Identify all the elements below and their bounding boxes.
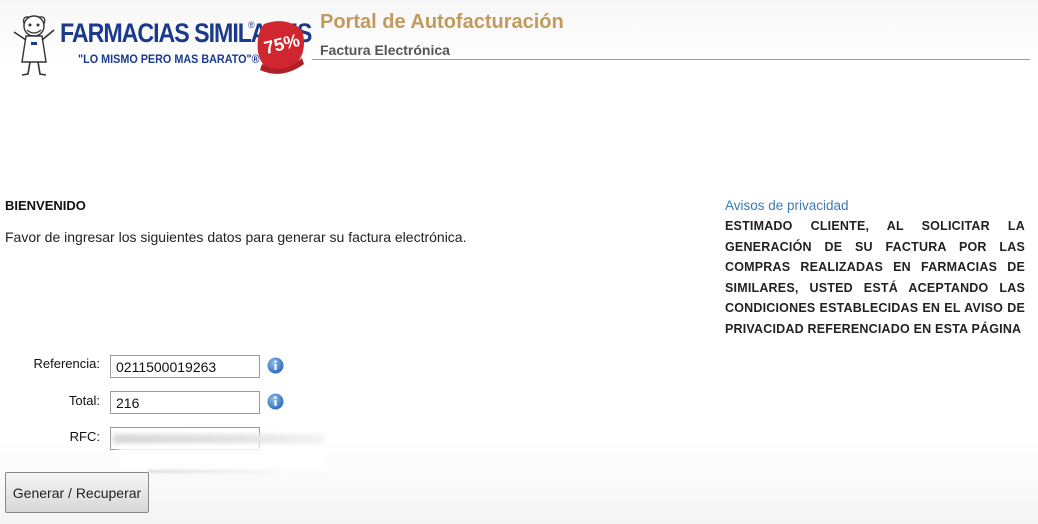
referencia-label: Referencia: bbox=[33, 356, 100, 371]
total-info-icon[interactable] bbox=[267, 393, 284, 410]
page-subtitle: Factura Electrónica bbox=[320, 42, 450, 58]
generar-recuperar-button[interactable]: Generar / Recuperar bbox=[5, 472, 149, 513]
welcome-instructions: Favor de ingresar los siguientes datos p… bbox=[5, 229, 467, 245]
page-title: Portal de Autofacturación bbox=[320, 11, 564, 33]
brand-registered-mark: ® bbox=[248, 20, 255, 30]
referencia-input[interactable] bbox=[110, 355, 260, 378]
rfc-fade-overlay bbox=[118, 446, 328, 472]
welcome-heading: BIENVENIDO bbox=[5, 198, 86, 213]
privacy-notice-link[interactable]: Avisos de privacidad bbox=[725, 198, 849, 213]
referencia-info-icon[interactable] bbox=[267, 357, 284, 374]
header-divider bbox=[312, 59, 1030, 60]
total-label: Total: bbox=[68, 393, 100, 408]
rfc-label: RFC: bbox=[69, 429, 100, 444]
privacy-notice-text: ESTIMADO CLIENTE, AL SOLICITAR LA GENERA… bbox=[725, 219, 1025, 336]
total-input[interactable] bbox=[110, 391, 260, 414]
rfc-redacted-overlay bbox=[113, 434, 325, 444]
brand-slogan: "LO MISMO PERO MAS BARATO"® bbox=[78, 52, 260, 66]
button-shadow bbox=[148, 470, 282, 473]
farmacias-similares-logo[interactable]: FARMACIAS SIMILARES ® "LO MISMO PERO MAS… bbox=[12, 10, 312, 76]
dr-simi-mascot-icon bbox=[13, 15, 55, 76]
